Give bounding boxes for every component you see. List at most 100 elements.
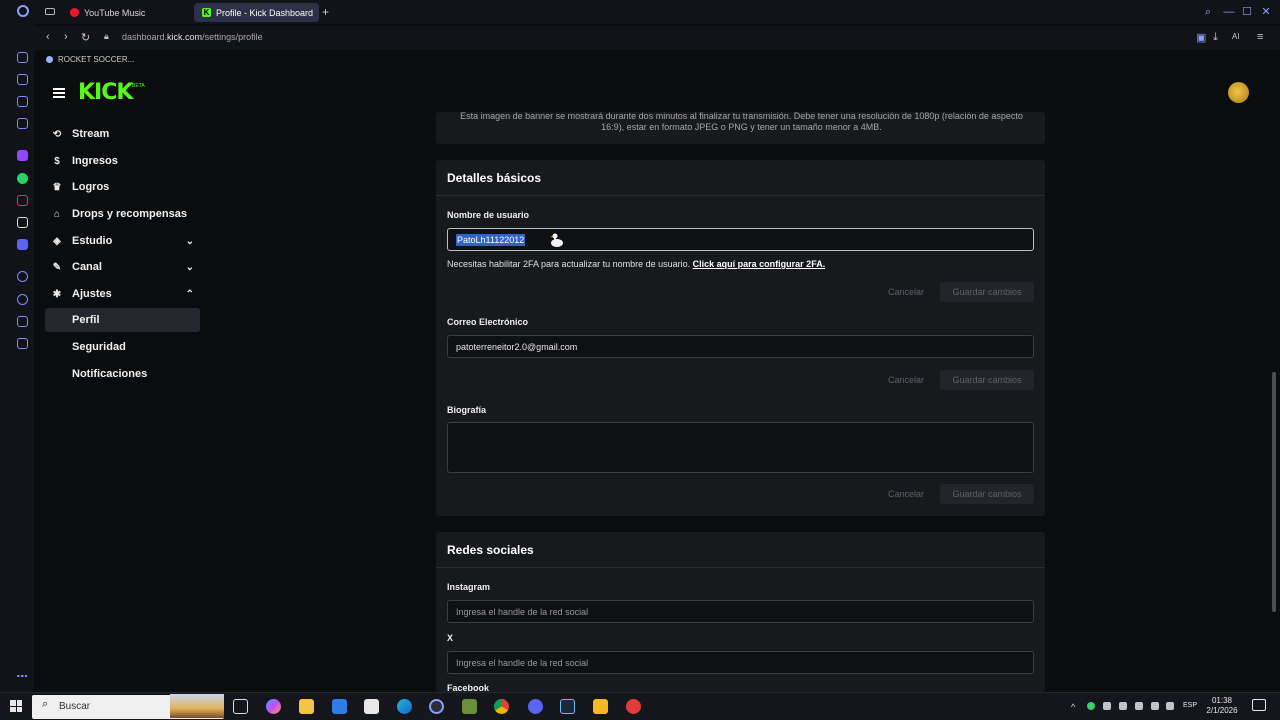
minimize-icon[interactable]: — (1222, 5, 1236, 19)
nav-label: Estudio (72, 235, 113, 247)
nav-perfil[interactable]: Perfil (45, 308, 200, 332)
sidebar-extensions-icon[interactable] (17, 316, 28, 327)
save-username-button[interactable]: Guardar cambios (940, 282, 1034, 302)
avatar[interactable] (1228, 82, 1249, 103)
minecraft-icon[interactable] (462, 699, 477, 714)
reload-icon[interactable]: ↻ (81, 31, 90, 44)
2fa-hint: Necesitas habilitar 2FA para actualizar … (447, 259, 825, 269)
nav-label: Canal (72, 261, 102, 273)
save-bio-button[interactable]: Guardar cambios (940, 484, 1034, 504)
tab-kick-dashboard[interactable]: K Profile - Kick Dashboard (194, 3, 319, 22)
email-label: Correo Electrónico (447, 317, 529, 327)
file-explorer-icon[interactable] (299, 699, 314, 714)
sidebar-bookmark-icon[interactable] (17, 52, 28, 63)
twitch-icon[interactable] (17, 150, 28, 161)
edge-icon[interactable] (397, 699, 412, 714)
steam-icon[interactable] (560, 699, 575, 714)
nav-stream[interactable]: ⟲ Stream (45, 122, 200, 146)
mail-icon[interactable] (332, 699, 347, 714)
forward-icon[interactable]: › (64, 31, 68, 43)
cancel-username-button[interactable]: Cancelar (876, 282, 936, 302)
social-networks-title: Redes sociales (447, 543, 534, 557)
back-icon[interactable]: ‹ (46, 31, 50, 43)
sidebar-wallet-icon[interactable] (17, 338, 28, 349)
new-tab-button[interactable]: + (322, 5, 329, 19)
opera-taskbar-icon[interactable] (429, 699, 444, 714)
tray-app-icon[interactable] (1103, 702, 1111, 710)
ai-button[interactable]: AI (1232, 32, 1240, 41)
sidebar-feed-icon[interactable] (17, 96, 28, 107)
sidebar-more-icon[interactable] (17, 675, 28, 677)
page-scrollbar[interactable] (1272, 372, 1276, 612)
network-icon[interactable] (1151, 702, 1159, 710)
configure-2fa-link[interactable]: Click aquí para configurar 2FA. (693, 259, 826, 269)
tab-switcher-icon[interactable] (45, 8, 55, 15)
instagram-input[interactable]: Ingresa el handle de la red social (447, 600, 1034, 623)
tray-gpu-icon[interactable] (1135, 702, 1143, 710)
email-input[interactable]: patoterreneitor2.0@gmail.com (447, 335, 1034, 358)
bio-textarea[interactable] (447, 422, 1034, 473)
winamp-icon[interactable] (593, 699, 608, 714)
task-view-icon[interactable] (233, 699, 248, 714)
tray-cloud-icon[interactable] (1119, 702, 1127, 710)
maximize-icon[interactable]: ☐ (1240, 5, 1254, 19)
sidebar-settings-icon[interactable] (17, 631, 28, 642)
nav-estudio[interactable]: ◈ Estudio ⌄ (45, 229, 200, 253)
instagram-icon[interactable] (17, 195, 28, 206)
volume-icon[interactable] (1166, 702, 1174, 710)
nav-ingresos[interactable]: $ Ingresos (45, 149, 200, 173)
email-value: patoterreneitor2.0@gmail.com (456, 341, 578, 352)
url-field[interactable]: dashboard.kick.com/settings/profile (122, 32, 263, 42)
kick-logo[interactable]: KICK (78, 80, 133, 105)
sidebar-shield-icon[interactable] (17, 118, 28, 129)
nav-seguridad[interactable]: Seguridad (45, 335, 200, 359)
copilot-icon[interactable] (266, 699, 281, 714)
chrome-icon[interactable] (494, 699, 509, 714)
nav-notificaciones[interactable]: Notificaciones (45, 362, 200, 386)
keyboard-language[interactable]: ESP (1183, 702, 1197, 709)
save-email-button[interactable]: Guardar cambios (940, 370, 1034, 390)
nav-logros[interactable]: ♛ Logros (45, 175, 200, 199)
tray-status-icon[interactable] (1087, 702, 1095, 710)
menu-icon[interactable]: ≡ (1257, 31, 1263, 43)
cancel-email-button[interactable]: Cancelar (876, 370, 936, 390)
x-input[interactable]: Ingresa el handle de la red social (447, 651, 1034, 674)
channel-icon: ✎ (52, 261, 62, 273)
nav-drops[interactable]: ⌂ Drops y recompensas (45, 202, 200, 226)
beta-badge: BETA (132, 83, 145, 89)
tiktok-icon[interactable] (17, 217, 28, 228)
nav-ajustes[interactable]: ✱ Ajustes ⌃ (45, 282, 200, 306)
sidebar-player-icon[interactable] (17, 271, 28, 282)
hamburger-menu-icon[interactable] (53, 88, 65, 98)
live-stream-indicator[interactable]: ROCKET SOCCER... (46, 55, 134, 64)
nav-label: Seguridad (72, 341, 126, 353)
notification-icon[interactable] (1252, 699, 1266, 711)
discord-icon[interactable] (17, 239, 28, 250)
instagram-placeholder: Ingresa el handle de la red social (456, 606, 589, 617)
discord-taskbar-icon[interactable] (528, 699, 543, 714)
extensions-icon[interactable]: ▣ (1196, 31, 1206, 44)
cancel-bio-button[interactable]: Cancelar (876, 484, 936, 504)
username-input[interactable]: PatoLh11122012 (447, 228, 1034, 251)
sidebar-history-icon[interactable] (17, 294, 28, 305)
instagram-label: Instagram (447, 582, 491, 592)
search-tabs-icon[interactable]: ⌕ (1201, 5, 1215, 19)
opera-logo-icon[interactable] (17, 5, 29, 17)
close-icon[interactable]: ✕ (1259, 5, 1273, 19)
search-icon: ⌕ (42, 698, 49, 710)
nav-canal[interactable]: ✎ Canal ⌄ (45, 255, 200, 279)
download-icon[interactable]: ⤓ (1213, 31, 1218, 44)
kick-favicon-icon: K (202, 8, 211, 17)
taskbar-clock[interactable]: 01:38 2/1/2026 (1202, 696, 1242, 716)
recording-app-icon[interactable] (626, 699, 641, 714)
goose-cursor-icon (550, 233, 563, 247)
x-placeholder: Ingresa el handle de la red social (456, 657, 589, 668)
gift-icon: ⌂ (53, 208, 61, 220)
windows-start-icon[interactable] (10, 700, 22, 712)
whatsapp-icon[interactable] (17, 173, 28, 184)
tab-youtube-music[interactable]: YouTube Music (62, 3, 190, 22)
2fa-hint-text: Necesitas habilitar 2FA para actualizar … (447, 259, 691, 269)
tray-chevron-icon[interactable]: ^ (1071, 702, 1080, 712)
sidebar-tasks-icon[interactable] (17, 74, 28, 85)
store-icon[interactable] (364, 699, 379, 714)
